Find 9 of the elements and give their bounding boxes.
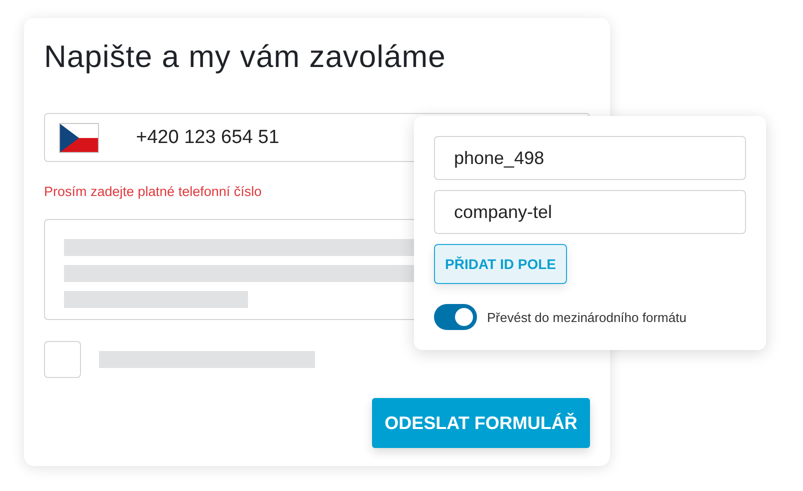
error-message: Prosím zadejte platné telefonní číslo <box>44 184 263 200</box>
toggle-label: Převést do mezinárodního formátu <box>487 310 686 324</box>
toggle-switch[interactable] <box>434 304 477 330</box>
checkbox[interactable] <box>44 341 81 378</box>
phone-number: +420 123 654 51 <box>136 126 280 149</box>
field-id-input[interactable]: company-tel <box>434 190 746 234</box>
field-id-input[interactable]: phone_498 <box>434 136 746 180</box>
czech-flag-icon <box>59 122 99 153</box>
form-title: Napište a my vám zavoláme <box>44 38 447 76</box>
